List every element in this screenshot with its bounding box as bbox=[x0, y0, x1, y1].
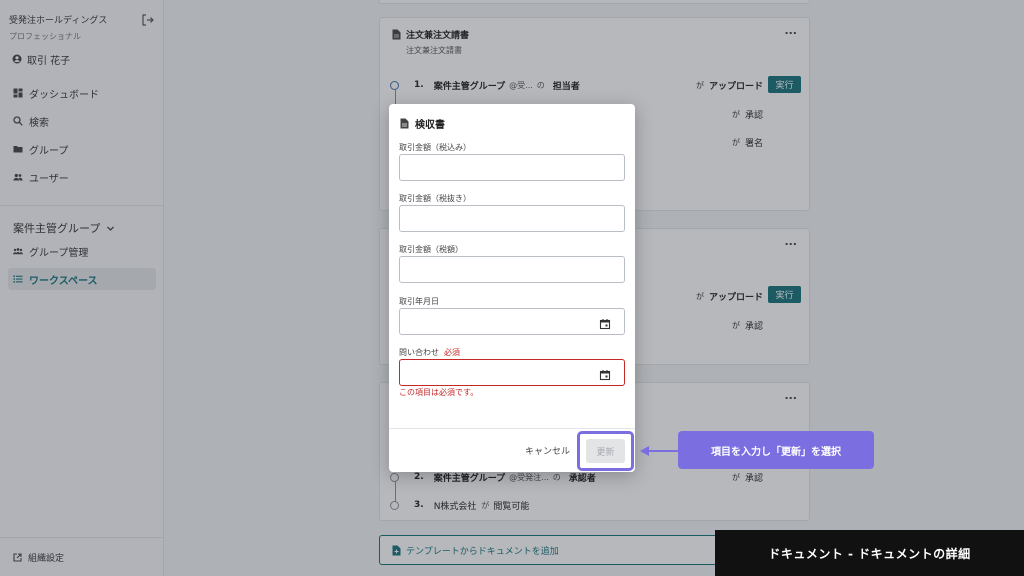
field-label-text: 問い合わせ bbox=[399, 348, 439, 357]
cancel-button[interactable]: キャンセル bbox=[525, 444, 570, 457]
document-icon bbox=[400, 118, 409, 129]
transaction-date-input[interactable] bbox=[399, 308, 625, 335]
amount-excl-tax-input[interactable] bbox=[399, 205, 625, 232]
tax-amount-input[interactable] bbox=[399, 256, 625, 283]
inquiry-date-input[interactable] bbox=[399, 359, 625, 386]
field-label: 問い合わせ 必須 bbox=[399, 347, 460, 358]
amount-incl-tax-input[interactable] bbox=[399, 154, 625, 181]
calendar-icon[interactable] bbox=[599, 315, 611, 330]
calendar-icon[interactable] bbox=[599, 366, 611, 381]
required-badge: 必須 bbox=[444, 348, 460, 357]
instruction-callout: 項目を入力し「更新」を選択 bbox=[678, 431, 874, 469]
field-label: 取引金額（税込み） bbox=[399, 143, 471, 152]
dialog-title-text: 検収書 bbox=[415, 120, 445, 131]
field-label: 取引年月日 bbox=[399, 297, 439, 306]
dialog-title: 検収書 bbox=[400, 116, 445, 131]
app-window: 受発注ホールディングス プロフェッショナル 取引 花子 ダッシュボード 検索 グ… bbox=[0, 0, 1024, 576]
update-button[interactable]: 更新 bbox=[586, 439, 625, 463]
inspection-form-dialog: 検収書 取引金額（税込み） 取引金額（税抜き） 取引金額（税額） 取引年月日 問… bbox=[389, 104, 635, 472]
field-error-message: この項目は必須です。 bbox=[399, 388, 479, 397]
callout-arrow-line bbox=[648, 450, 678, 452]
dialog-footer-divider bbox=[389, 428, 635, 429]
field-label: 取引金額（税抜き） bbox=[399, 194, 471, 203]
screen-caption: ドキュメント - ドキュメントの詳細 bbox=[715, 530, 1024, 576]
callout-arrow-icon bbox=[640, 446, 649, 456]
field-label: 取引金額（税額） bbox=[399, 245, 463, 254]
